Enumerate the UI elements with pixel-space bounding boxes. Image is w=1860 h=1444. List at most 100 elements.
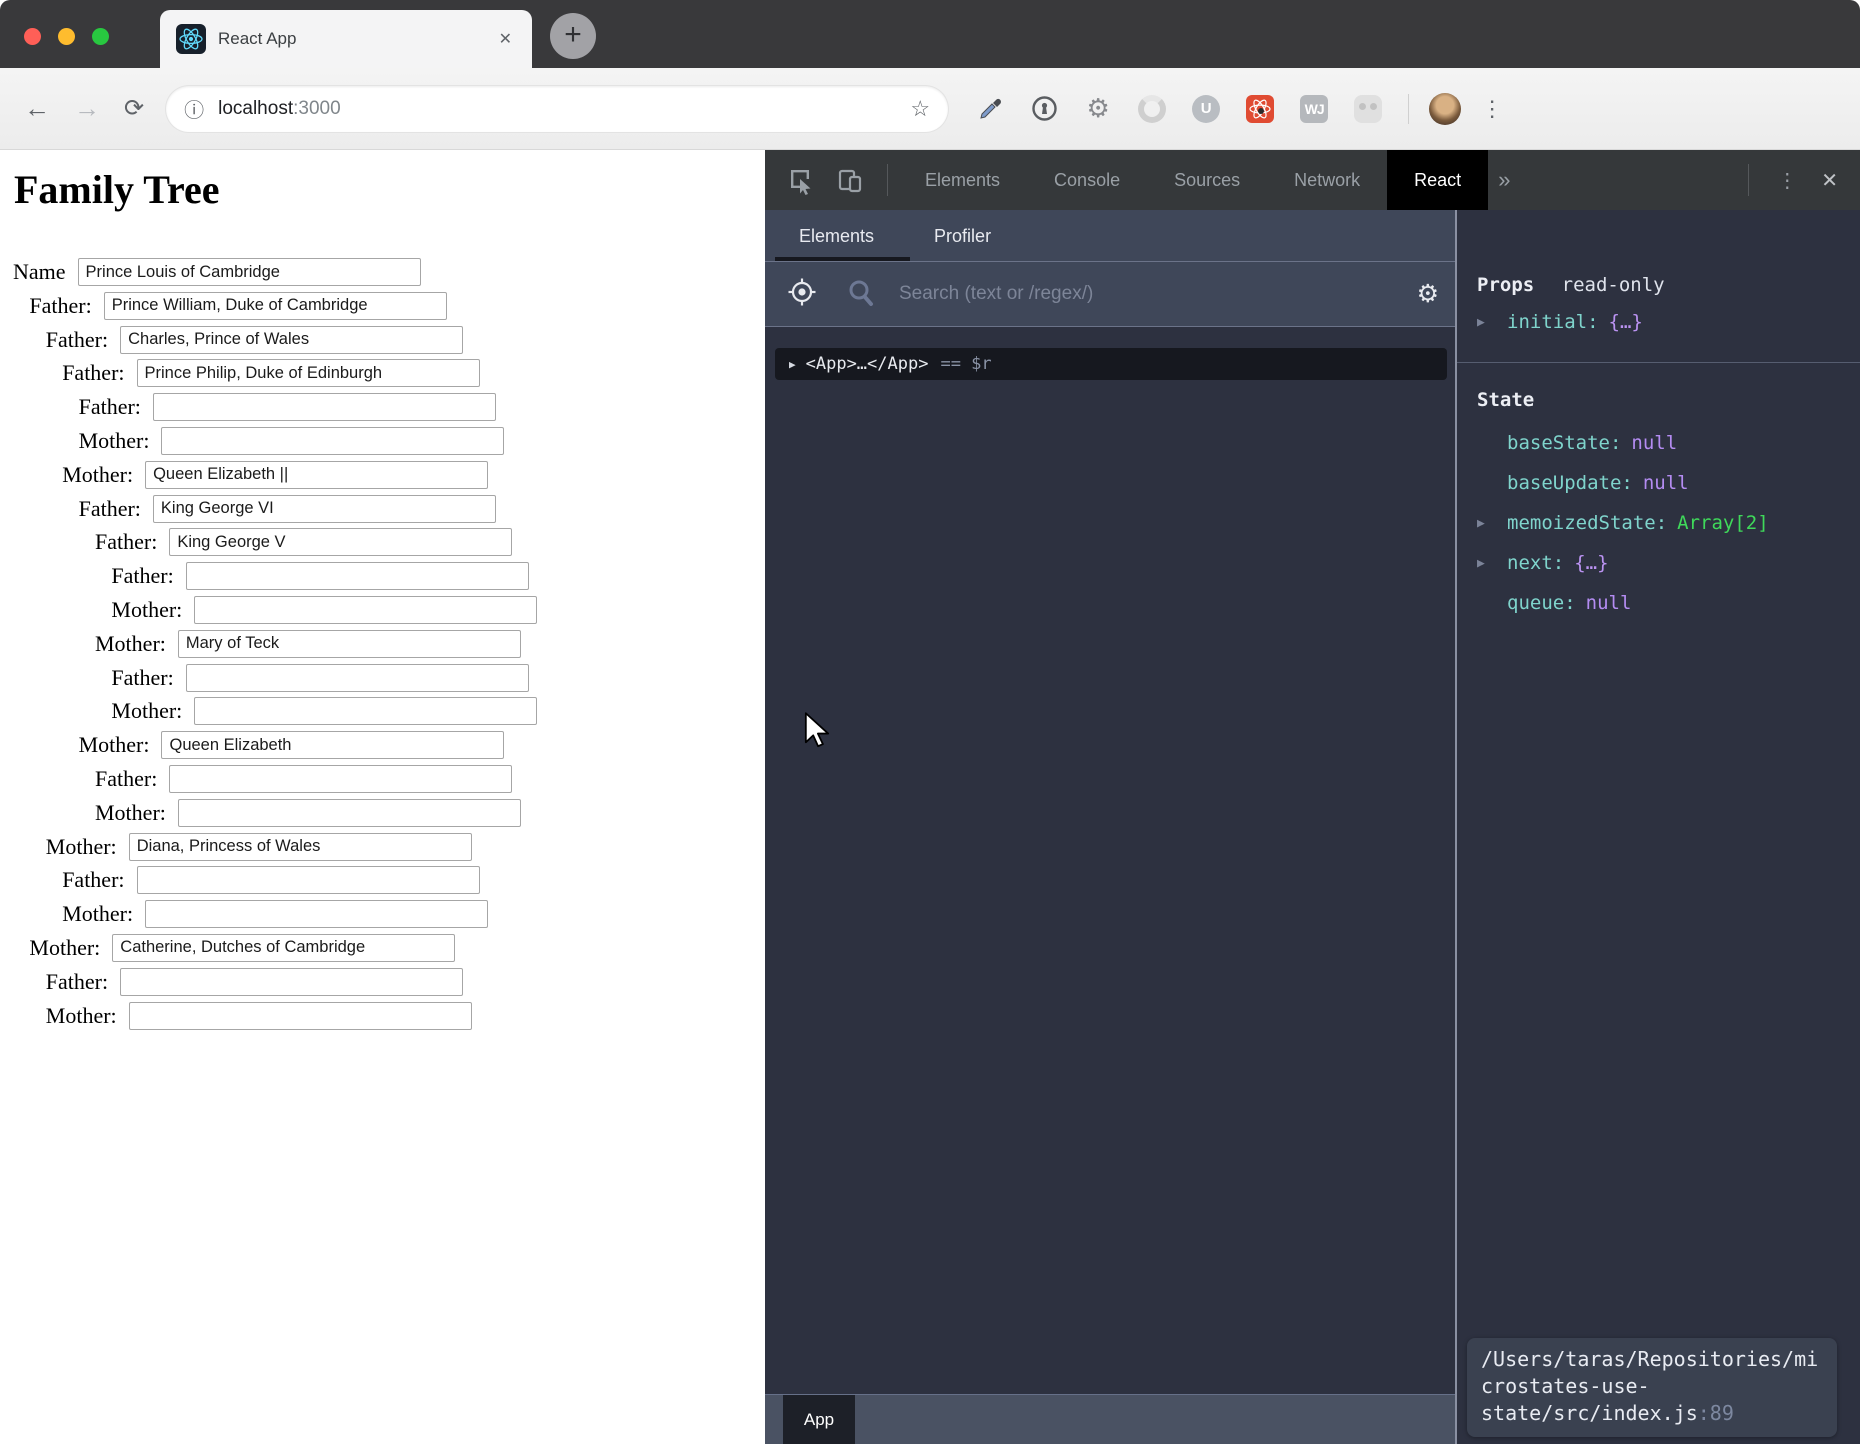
field-input-12[interactable] <box>186 664 529 692</box>
react-tab-profiler[interactable]: Profiler <box>910 226 1027 261</box>
family-field-row: Father: <box>111 663 765 693</box>
select-element-target-icon[interactable] <box>787 277 817 312</box>
field-input-20[interactable] <box>112 934 455 962</box>
field-input-10[interactable] <box>194 596 537 624</box>
field-input-17[interactable] <box>129 833 472 861</box>
entry-row-baseState: baseState:null <box>1457 423 1860 463</box>
source-path: /Users/taras/Repositories/microstates-us… <box>1481 1347 1818 1425</box>
field-input-0[interactable] <box>78 258 421 286</box>
search-input[interactable] <box>897 282 1417 306</box>
source-location-block[interactable]: /Users/taras/Repositories/microstates-us… <box>1467 1338 1837 1437</box>
more-tabs-chevron-icon[interactable]: » <box>1488 167 1520 193</box>
site-info-icon[interactable]: ⓘ <box>184 94 204 123</box>
url-text[interactable]: localhost:3000 <box>218 98 910 120</box>
props-state-divider <box>1457 362 1860 363</box>
field-input-5[interactable] <box>161 427 504 455</box>
device-toolbar-icon[interactable] <box>835 165 865 195</box>
devtools-main-tab-bar: Elements Console Sources Network React »… <box>765 150 1860 210</box>
field-label: Father: <box>95 529 157 555</box>
devtools-tab-elements[interactable]: Elements <box>898 150 1027 210</box>
devtools-close-icon[interactable]: ✕ <box>1815 168 1860 193</box>
forward-icon[interactable]: → <box>74 93 100 124</box>
field-input-22[interactable] <box>129 1002 472 1030</box>
expander-triangle-icon[interactable]: ▶ <box>1477 315 1507 330</box>
field-input-4[interactable] <box>153 393 496 421</box>
devtools-menu-kebab-icon[interactable]: ⋮ <box>1759 168 1815 193</box>
expander-triangle-icon[interactable]: ▶ <box>1477 556 1507 571</box>
devtools-tab-console[interactable]: Console <box>1027 150 1147 210</box>
field-input-14[interactable] <box>161 731 504 759</box>
reload-icon[interactable]: ⟳ <box>124 94 144 123</box>
family-field-row: Name <box>13 257 765 287</box>
field-label: Mother: <box>95 631 166 657</box>
tree-row-app-selected[interactable]: ▶ <App>…</App> == $r <box>775 348 1447 380</box>
react-tab-elements[interactable]: Elements <box>775 226 910 261</box>
address-bar[interactable]: ⓘ localhost:3000 ☆ <box>166 86 948 132</box>
field-input-9[interactable] <box>186 562 529 590</box>
keyhole-extension-icon[interactable] <box>1030 95 1058 123</box>
tree-row-tag: <App>…</App> <box>806 354 929 374</box>
settings-gear-icon[interactable]: ⚙ <box>1417 279 1439 309</box>
source-path-text: /Users/taras/Repositories/microstates-us… <box>1481 1346 1823 1427</box>
entry-row-next[interactable]: ▶next:{…} <box>1457 543 1860 583</box>
field-input-15[interactable] <box>169 765 512 793</box>
field-label: Mother: <box>29 935 100 961</box>
field-input-7[interactable] <box>153 495 496 523</box>
entry-key: next: <box>1507 552 1564 574</box>
new-tab-button[interactable]: + <box>550 13 596 59</box>
field-input-18[interactable] <box>137 866 480 894</box>
source-line-number: :89 <box>1698 1401 1734 1425</box>
tab-close-icon[interactable]: ✕ <box>495 27 516 51</box>
swirl-extension-icon[interactable] <box>1138 95 1166 123</box>
field-input-19[interactable] <box>145 900 488 928</box>
devtools-tab-sources[interactable]: Sources <box>1147 150 1267 210</box>
eyedropper-extension-icon[interactable] <box>976 95 1004 123</box>
field-input-11[interactable] <box>178 630 521 658</box>
field-label: Father: <box>111 563 173 589</box>
devtools-tab-react[interactable]: React <box>1387 150 1488 210</box>
inspect-element-icon[interactable] <box>785 165 815 195</box>
ublock-extension-icon[interactable]: U <box>1192 95 1220 123</box>
field-input-13[interactable] <box>194 697 537 725</box>
back-icon[interactable]: ← <box>24 93 50 124</box>
field-label: Mother: <box>111 698 182 724</box>
react-panel-left-pane: Elements Profiler <box>765 210 1455 1444</box>
field-input-6[interactable] <box>145 461 488 489</box>
family-field-row: Father: <box>29 291 765 321</box>
window-close-button[interactable] <box>24 28 41 45</box>
tree-row-suffix: == $r <box>940 354 991 374</box>
window-zoom-button[interactable] <box>92 28 109 45</box>
window-minimize-button[interactable] <box>58 28 75 45</box>
react-devtools-extension-icon[interactable] <box>1246 95 1274 123</box>
gear-extension-icon[interactable]: ⚙ <box>1084 95 1112 123</box>
expander-triangle-icon[interactable]: ▶ <box>789 358 796 371</box>
entry-row-memoizedState[interactable]: ▶memoizedState:Array[2] <box>1457 503 1860 543</box>
devtools-tab-network[interactable]: Network <box>1267 150 1387 210</box>
field-input-3[interactable] <box>137 359 480 387</box>
expander-triangle-icon[interactable]: ▶ <box>1477 516 1507 531</box>
family-field-row: Father: <box>62 358 765 388</box>
field-input-1[interactable] <box>104 292 447 320</box>
ember-extension-icon[interactable] <box>1354 95 1382 123</box>
bookmark-star-icon[interactable]: ☆ <box>910 96 930 122</box>
react-panel-right-pane: Props read-only ▶initial:{…} State baseS… <box>1455 210 1860 1444</box>
browser-menu-kebab-icon[interactable]: ⋮ <box>1481 96 1503 122</box>
family-field-row: Mother: <box>46 832 765 862</box>
field-label: Father: <box>79 394 141 420</box>
wj-extension-icon[interactable]: WJ <box>1300 95 1328 123</box>
field-label: Father: <box>62 867 124 893</box>
profile-avatar[interactable] <box>1429 93 1461 125</box>
family-field-row: Mother: <box>111 595 765 625</box>
owner-chip-app[interactable]: App <box>783 1395 855 1444</box>
entry-row-initial[interactable]: ▶initial:{…} <box>1457 302 1860 342</box>
field-label: Father: <box>111 665 173 691</box>
browser-tab[interactable]: React App ✕ <box>160 10 532 68</box>
field-input-21[interactable] <box>120 968 463 996</box>
entry-key: initial: <box>1507 311 1599 333</box>
field-input-16[interactable] <box>178 799 521 827</box>
family-field-row: Mother: <box>95 798 765 828</box>
family-field-row: Mother: <box>46 1001 765 1031</box>
elements-tree: ▶ <App>…</App> == $r <box>765 328 1455 1395</box>
field-input-8[interactable] <box>169 528 512 556</box>
field-input-2[interactable] <box>120 326 463 354</box>
